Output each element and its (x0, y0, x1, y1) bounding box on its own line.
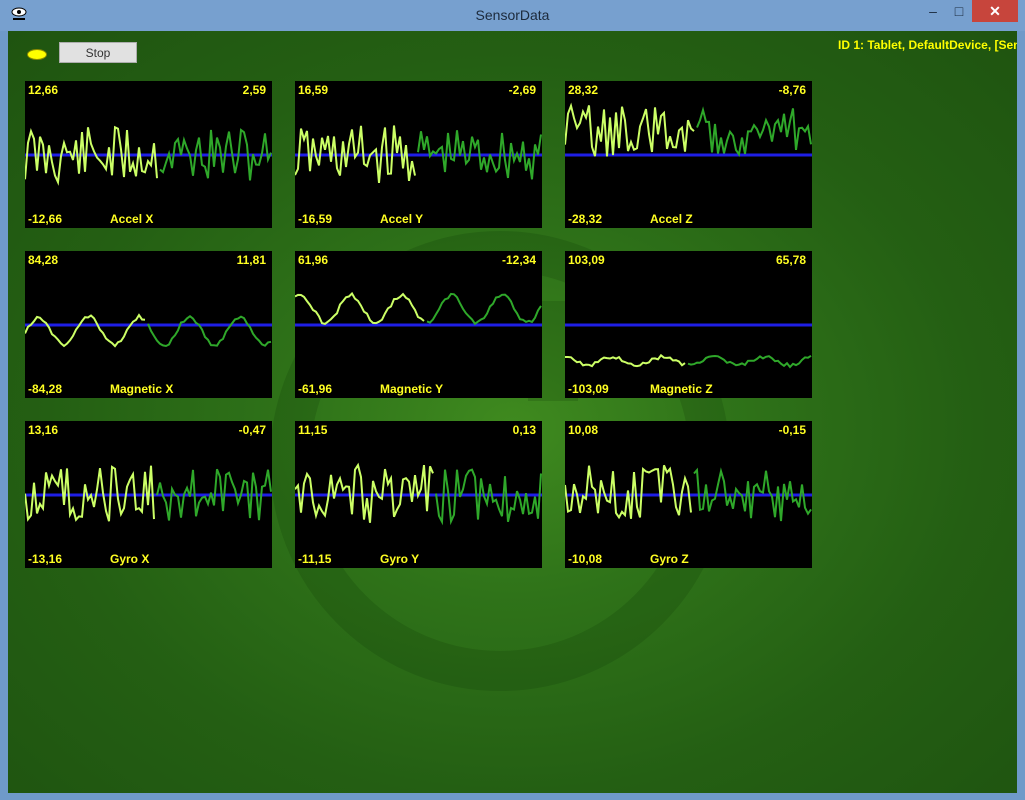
min-value-label: -11,15 (298, 552, 332, 566)
sensor-panel-accel-y: 16,59 -2,69 -16,59 Accel Y (295, 81, 542, 228)
min-value-label: -13,16 (28, 552, 63, 566)
title-bar[interactable]: SensorData – □ ✕ (0, 0, 1025, 31)
max-value-label: 11,15 (298, 423, 328, 437)
min-value-label: -103,09 (568, 382, 609, 396)
sensor-plot-magnetic-z (565, 323, 812, 369)
current-value-label: 65,78 (775, 253, 806, 267)
sensor-panel-magnetic-y: 61,96 -12,34 -61,96 Magnetic Y (295, 251, 542, 398)
sensor-name-label: Magnetic Y (380, 382, 444, 396)
max-value-label: 84,28 (28, 253, 59, 267)
recent-trace-magnetic-z (565, 353, 686, 368)
status-indicator-icon (27, 49, 47, 60)
app-window: SensorData – □ ✕ Stop ID 1: Tablet, Defa… (0, 0, 1025, 800)
min-value-label: -61,96 (298, 382, 333, 396)
recent-trace-magnetic-x (25, 313, 146, 348)
recent-trace-magnetic-y (295, 291, 425, 325)
sensor-panel-accel-z: 28,32 -8,76 -28,32 Accel Z (565, 81, 812, 228)
sensor-name-label: Gyro X (110, 552, 150, 566)
old-trace-magnetic-x (147, 314, 272, 348)
current-value-label: 11,81 (236, 253, 266, 267)
current-value-label: 2,59 (242, 83, 266, 97)
sensor-plot-accel-x (25, 125, 272, 186)
sensor-name-label: Accel Z (650, 212, 693, 226)
sensor-plot-accel-y (295, 125, 542, 183)
max-value-label: 61,96 (298, 253, 329, 267)
device-status-text: ID 1: Tablet, DefaultDevice, [Senso (838, 38, 1017, 52)
sensor-panel-accel-x: 12,66 2,59 -12,66 Accel X (25, 81, 272, 228)
old-trace-magnetic-y (426, 292, 542, 326)
close-button[interactable]: ✕ (972, 0, 1018, 22)
min-value-label: -12,66 (28, 212, 63, 226)
recent-trace-gyro-x (25, 465, 155, 522)
sensor-plot-magnetic-y (295, 291, 542, 327)
max-value-label: 16,59 (298, 83, 329, 97)
sensor-name-label: Magnetic X (110, 382, 174, 396)
maximize-button[interactable]: □ (946, 0, 972, 22)
window-title: SensorData (475, 7, 550, 23)
sensor-plot-accel-z (565, 102, 812, 157)
current-value-label: -0,15 (778, 423, 806, 437)
sensor-name-label: Accel Y (380, 212, 424, 226)
min-value-label: -28,32 (568, 212, 603, 226)
current-value-label: -12,34 (501, 253, 536, 267)
current-value-label: -0,47 (238, 423, 266, 437)
max-value-label: 28,32 (568, 83, 599, 97)
minimize-button[interactable]: – (920, 0, 946, 22)
max-value-label: 12,66 (28, 83, 59, 97)
sensor-panel-magnetic-z: 103,09 65,78 -103,09 Magnetic Z (565, 251, 812, 398)
sensor-panel-gyro-z: 10,08 -0,15 -10,08 Gyro Z (565, 421, 812, 568)
current-value-label: -8,76 (778, 83, 806, 97)
min-value-label: -84,28 (28, 382, 63, 396)
sensor-plot-gyro-y (295, 462, 542, 526)
sensor-name-label: Magnetic Z (650, 382, 713, 396)
max-value-label: 103,09 (568, 253, 605, 267)
max-value-label: 13,16 (28, 423, 59, 437)
sensor-name-label: Gyro Z (650, 552, 689, 566)
recent-trace-accel-z (565, 102, 695, 157)
recent-trace-gyro-z (565, 464, 692, 520)
sensor-plot-gyro-z (565, 464, 812, 522)
old-trace-accel-z (696, 106, 812, 157)
sensor-panel-gyro-x: 13,16 -0,47 -13,16 Gyro X (25, 421, 272, 568)
sensor-name-label: Gyro Y (380, 552, 420, 566)
current-value-label: -2,69 (508, 83, 536, 97)
sensor-panel-gyro-y: 11,15 0,13 -11,15 Gyro Y (295, 421, 542, 568)
sensor-panel-magnetic-x: 84,28 11,81 -84,28 Magnetic X (25, 251, 272, 398)
sensor-plot-gyro-x (25, 465, 272, 522)
old-trace-magnetic-z (687, 354, 812, 369)
client-area: Stop ID 1: Tablet, DefaultDevice, [Senso… (8, 31, 1017, 793)
stop-button[interactable]: Stop (59, 42, 137, 63)
min-value-label: -10,08 (568, 552, 603, 566)
current-value-label: 0,13 (512, 423, 536, 437)
sensor-name-label: Accel X (110, 212, 154, 226)
sensor-plot-magnetic-x (25, 313, 272, 348)
min-value-label: -16,59 (298, 212, 333, 226)
max-value-label: 10,08 (568, 423, 599, 437)
